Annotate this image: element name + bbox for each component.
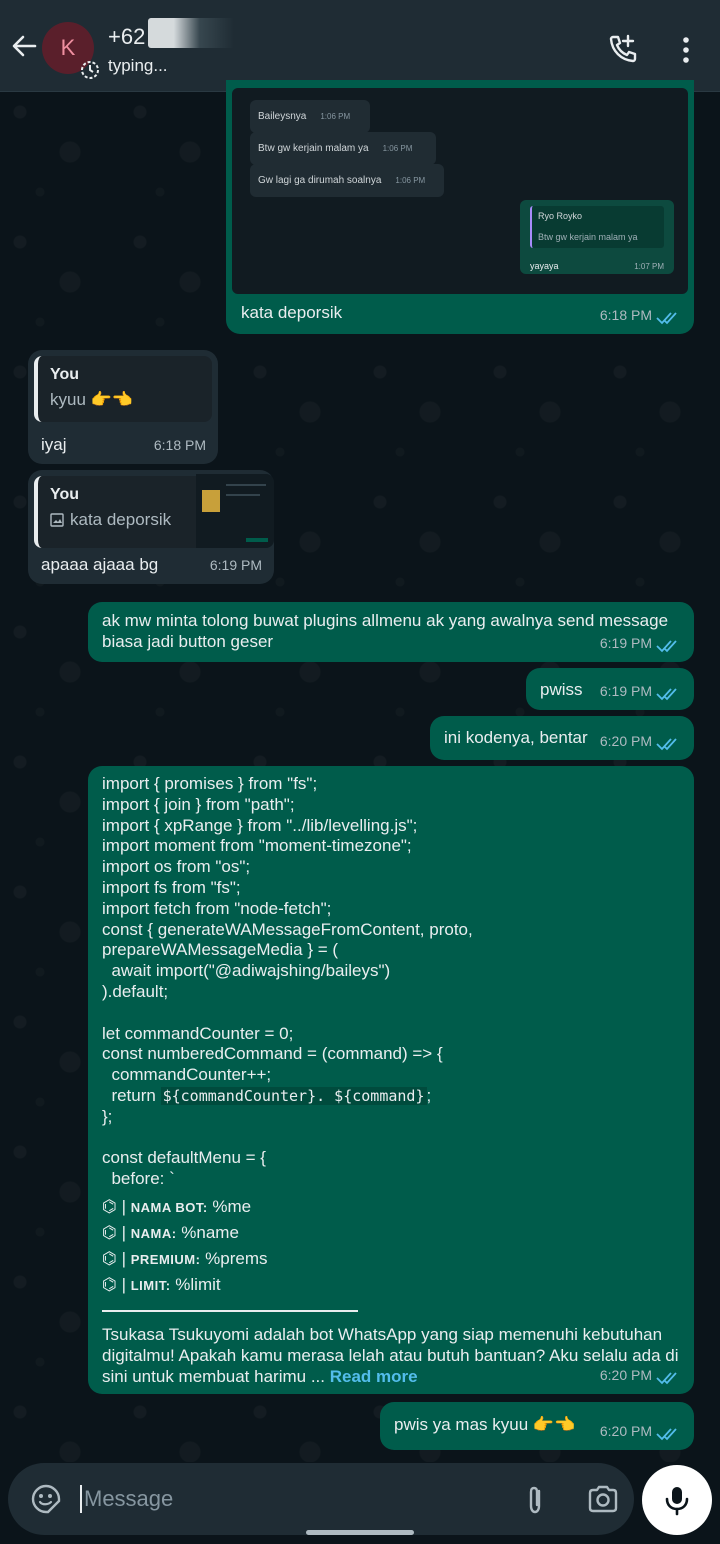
menu-bullet: ⌬ | — [102, 1274, 126, 1294]
ss-reply-bubble: Ryo Royko Btw gw kerjain malam ya yayaya… — [520, 200, 674, 274]
ss-text: Gw lagi ga dirumah soalnya — [258, 175, 382, 186]
divider-line — [102, 1309, 358, 1312]
image-message-bubble[interactable]: Baileysnya 1:06 PM Btw gw kerjain malam y… — [226, 80, 694, 334]
ss-text: Btw gw kerjain malam ya — [258, 143, 369, 154]
read-more-link[interactable]: Read more — [330, 1367, 418, 1386]
code-return-suffix: ; — [426, 1085, 432, 1105]
menu-label: PREMIUM: — [130, 1251, 201, 1267]
screenshot-image[interactable]: Baileysnya 1:06 PM Btw gw kerjain malam y… — [232, 88, 688, 294]
read-ticks-icon — [656, 688, 677, 701]
read-ticks-icon — [656, 1428, 677, 1441]
description-text: Tsukasa Tsukuyomi adalah bot WhatsApp ya… — [102, 1324, 680, 1387]
message-time: 6:19 PM — [599, 635, 652, 651]
back-arrow-icon[interactable] — [10, 32, 38, 60]
menu-bullet: ⌬ | — [102, 1222, 126, 1242]
message-time: 6:20 PM — [599, 1423, 652, 1439]
message-input[interactable] — [84, 1481, 504, 1517]
message-time: 6:18 PM — [599, 307, 652, 323]
read-ticks-icon — [656, 312, 677, 325]
photo-icon — [50, 512, 64, 527]
code-message-bubble[interactable]: import { promises } from "fs"; import { … — [88, 766, 694, 1394]
quote-thumbnail — [196, 474, 274, 548]
menu-label: NAMA BOT: — [130, 1199, 208, 1215]
read-ticks-icon — [656, 1372, 677, 1385]
message-composer — [8, 1463, 634, 1535]
avatar-letter: K — [60, 35, 76, 60]
menu-label: NAMA: — [130, 1225, 177, 1241]
incoming-message-bubble[interactable]: You kyuu 👉👈 iyaj 6:18 PM — [28, 350, 218, 464]
outgoing-message-bubble[interactable]: ak mw minta tolong buwat plugins allmenu… — [88, 602, 694, 662]
code-block-top: import { promises } from "fs"; import { … — [102, 774, 473, 1085]
menu-value: %me — [207, 1196, 252, 1216]
ss-reply-text: yayaya — [530, 261, 559, 271]
menu-lines: ⌬ | NAMA BOT: %me ⌬ | NAMA: %name ⌬ | PR… — [102, 1194, 680, 1298]
menu-value: %name — [176, 1222, 239, 1242]
message-time: 6:20 PM — [599, 733, 652, 749]
home-indicator[interactable] — [306, 1530, 414, 1535]
message-time: 6:18 PM — [153, 437, 206, 453]
quote-text: kata deporsik — [70, 510, 172, 529]
message-text: kata deporsik — [241, 303, 343, 322]
code-block-mid: }; const defaultMenu = { before: ` — [102, 1106, 266, 1189]
voice-record-button[interactable] — [642, 1465, 712, 1535]
menu-line: ⌬ | NAMA: %name — [102, 1220, 680, 1246]
menu-bullet: ⌬ | — [102, 1196, 126, 1216]
message-text: apaaa ajaaa bg — [41, 555, 159, 574]
incoming-message-bubble[interactable]: You kata deporsik apaaa ajaaa bg 6:19 PM — [28, 470, 274, 584]
ss-text: Baileysnya — [258, 111, 307, 122]
quoted-message[interactable]: You kyuu 👉👈 — [34, 356, 212, 422]
message-time: 6:19 PM — [209, 557, 262, 573]
ss-reply-quote: Btw gw kerjain malam ya — [538, 232, 638, 242]
ss-reply-author: Ryo Royko — [538, 211, 583, 221]
code-inline-mono: ${commandCounter}. ${command} — [160, 1086, 427, 1105]
menu-value: %limit — [170, 1274, 221, 1294]
read-ticks-icon — [656, 640, 677, 653]
message-text: iyaj — [41, 435, 67, 454]
ss-reply-time: 1:07 PM — [634, 262, 664, 271]
camera-icon[interactable] — [586, 1483, 620, 1515]
menu-line: ⌬ | LIMIT: %limit — [102, 1272, 680, 1298]
message-text: ak mw minta tolong buwat plugins allmenu… — [102, 611, 669, 651]
read-ticks-icon — [656, 738, 677, 751]
quote-text: kyuu 👉👈 — [50, 390, 133, 409]
message-time: 6:19 PM — [599, 683, 652, 699]
disappearing-timer-icon — [81, 61, 99, 79]
menu-line: ⌬ | PREMIUM: %prems — [102, 1246, 680, 1272]
more-options-icon[interactable] — [676, 36, 696, 64]
sticker-emoji-icon[interactable] — [30, 1483, 62, 1515]
outgoing-message-bubble[interactable]: ini kodenya, bentar 6:20 PM — [430, 716, 694, 760]
add-call-icon[interactable] — [606, 32, 640, 66]
quoted-message[interactable]: You kata deporsik — [34, 474, 274, 548]
ss-time: 1:06 PM — [395, 176, 426, 185]
menu-value: %prems — [200, 1248, 268, 1268]
chat-header: K +62 typing... — [0, 0, 720, 92]
code-return-prefix: return — [102, 1085, 161, 1105]
ss-time: 1:06 PM — [320, 112, 351, 121]
outgoing-message-bubble[interactable]: pwis ya mas kyuu 👉👈 6:20 PM — [380, 1402, 694, 1450]
quote-author: You — [50, 366, 80, 383]
ss-time: 1:06 PM — [382, 144, 413, 153]
typing-status: typing... — [108, 56, 168, 75]
contact-name[interactable]: +62 — [108, 24, 145, 50]
message-time: 6:20 PM — [599, 1367, 652, 1383]
text-cursor — [80, 1485, 82, 1513]
attach-icon[interactable] — [520, 1483, 550, 1517]
menu-line: ⌬ | NAMA BOT: %me — [102, 1194, 680, 1220]
outgoing-message-bubble[interactable]: pwiss 6:19 PM — [526, 668, 694, 710]
microphone-icon — [665, 1487, 689, 1516]
redacted-number — [148, 18, 234, 48]
menu-label: LIMIT: — [130, 1277, 171, 1293]
menu-bullet: ⌬ | — [102, 1248, 126, 1268]
code-return-line: return ${commandCounter}. ${command}; — [102, 1086, 680, 1107]
